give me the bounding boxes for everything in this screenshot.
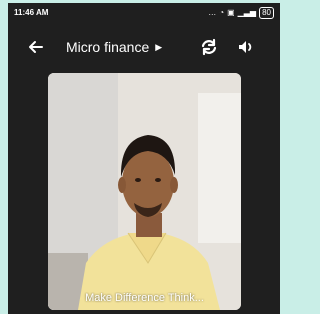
status-bar: 11:46 AM … ◔ ▣ ▁▃▅ 80 bbox=[8, 3, 280, 23]
more-dots-icon: … bbox=[208, 8, 217, 17]
status-icons: … ◔ ▣ ▁▃▅ 80 bbox=[208, 7, 274, 19]
back-arrow-icon bbox=[29, 41, 43, 53]
title-button[interactable]: Micro finance ▶ bbox=[66, 39, 162, 55]
status-time: 11:46 AM bbox=[14, 8, 49, 17]
video-caption: Make Difference Think... bbox=[85, 292, 204, 304]
nfc-icon: ▣ bbox=[227, 8, 235, 17]
video-frame bbox=[48, 73, 241, 310]
volume-button[interactable] bbox=[236, 37, 256, 57]
back-button[interactable] bbox=[26, 37, 46, 57]
alarm-icon: ◔ bbox=[219, 8, 225, 17]
battery-icon: 80 bbox=[259, 7, 274, 19]
top-bar: Micro finance ▶ bbox=[8, 29, 280, 65]
sync-icon bbox=[201, 38, 217, 56]
signal-icon: ▁▃▅ bbox=[237, 8, 257, 17]
phone-screen: 11:46 AM … ◔ ▣ ▁▃▅ 80 Micro finance ▶ Ma… bbox=[8, 3, 280, 314]
page-title: Micro finance bbox=[66, 39, 150, 55]
volume-icon bbox=[239, 41, 252, 53]
sync-button[interactable] bbox=[198, 36, 220, 58]
video-player[interactable]: Make Difference Think... bbox=[48, 73, 241, 310]
chevron-right-icon: ▶ bbox=[155, 41, 163, 52]
